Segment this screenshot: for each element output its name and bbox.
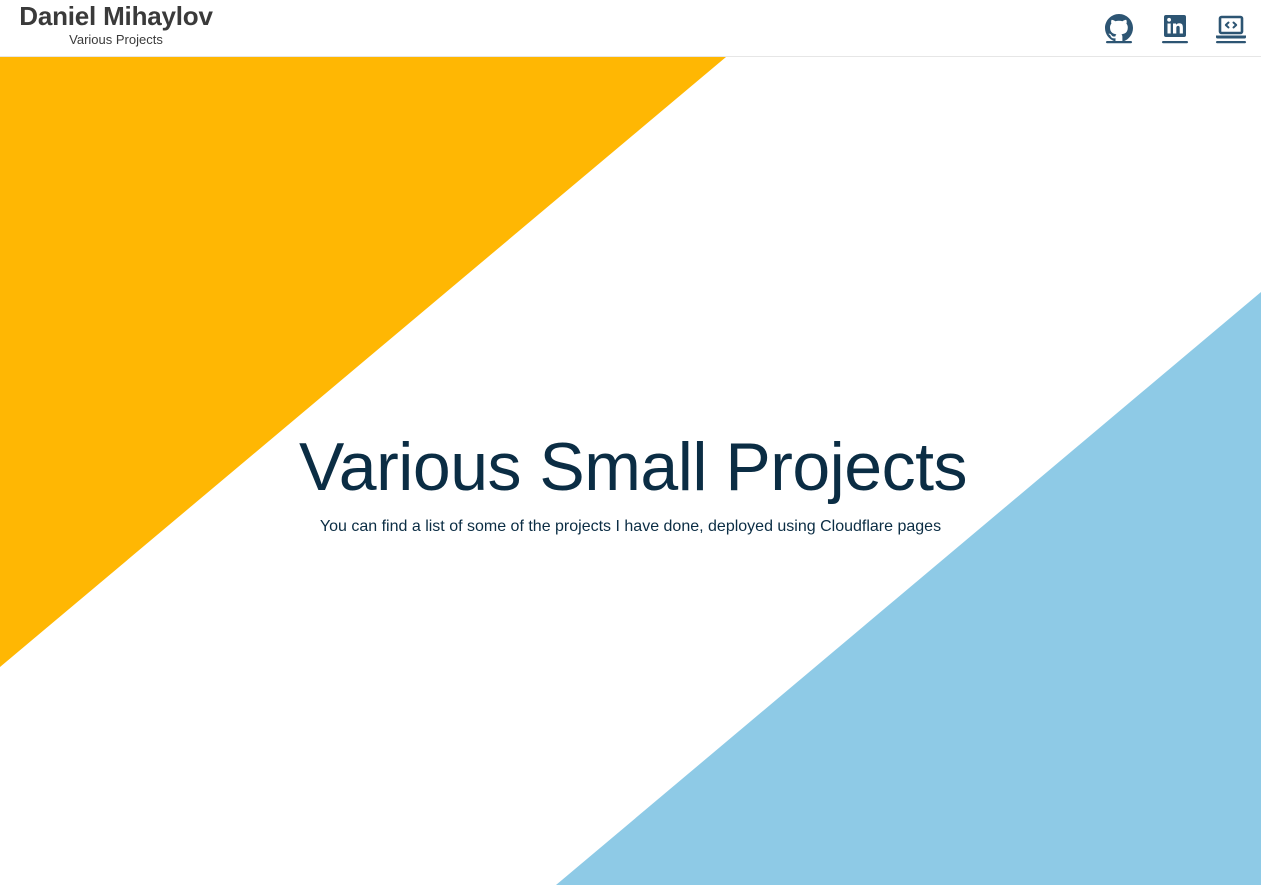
page: Daniel Mihaylov Various Projects Various… [0,0,1261,885]
linkedin-icon [1162,15,1188,44]
site-subtitle: Various Projects [69,32,163,47]
portfolio-link[interactable] [1215,12,1247,44]
brand: Daniel Mihaylov Various Projects [14,0,218,48]
hero-section: Various Small Projects You can find a li… [0,420,1261,538]
site-title-link[interactable]: Daniel Mihaylov [14,0,218,32]
linkedin-link[interactable] [1159,12,1191,44]
github-link[interactable] [1103,12,1135,44]
hero-subtitle: You can find a list of some of the proje… [319,518,942,535]
laptop-code-icon [1216,15,1246,44]
hero-title: Various Small Projects [299,429,967,505]
social-links [1103,12,1247,44]
yellow-triangle [0,57,726,667]
blue-triangle [556,292,1261,885]
github-icon [1105,14,1133,44]
top-navbar: Daniel Mihaylov Various Projects [0,0,1261,57]
